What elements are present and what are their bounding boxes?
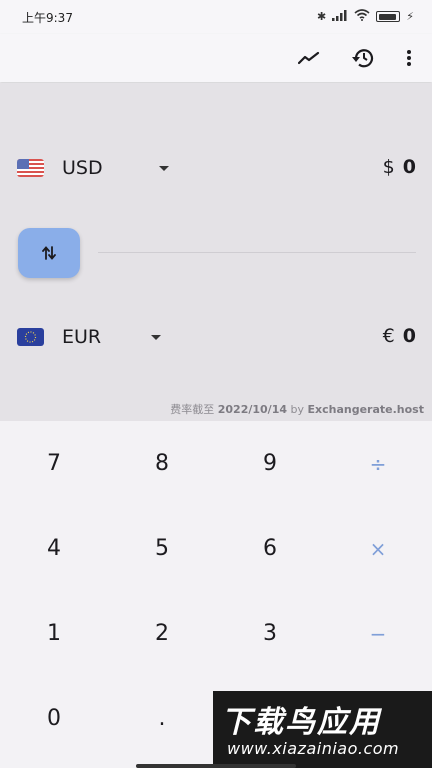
swap-vert-icon xyxy=(42,246,56,260)
trend-chart-icon[interactable] xyxy=(291,40,327,76)
signal-icon xyxy=(332,9,348,24)
to-currency-row: EUR € 0 xyxy=(0,317,432,357)
history-icon[interactable] xyxy=(345,40,381,76)
key-6[interactable]: 6 xyxy=(216,506,324,591)
from-currency-symbol: $ xyxy=(382,156,395,178)
to-amount[interactable]: € 0 xyxy=(383,325,416,347)
key-minus[interactable]: − xyxy=(324,591,432,676)
key-2[interactable]: 2 xyxy=(108,591,216,676)
status-bar: 上午9:37 ✱ ⚡ xyxy=(0,0,432,34)
from-currency-dropdown[interactable] xyxy=(155,159,173,177)
battery-icon xyxy=(376,11,401,22)
status-time: 上午9:37 xyxy=(22,11,73,25)
rate-note-by: by xyxy=(290,403,305,416)
rate-note-source[interactable]: Exchangerate.host xyxy=(308,403,425,416)
key-9[interactable]: 9 xyxy=(216,421,324,506)
to-currency-symbol: € xyxy=(382,325,395,347)
from-currency-row: USD $ 0 xyxy=(0,148,432,188)
key-5[interactable]: 5 xyxy=(108,506,216,591)
from-amount-value: 0 xyxy=(402,156,416,178)
chevron-down-icon xyxy=(151,334,161,340)
rate-note-date: 2022/10/14 xyxy=(217,403,287,416)
from-amount[interactable]: $ 0 xyxy=(383,156,416,178)
status-icons: ✱ ⚡ xyxy=(317,9,414,24)
key-0[interactable]: 0 xyxy=(0,676,108,761)
us-flag-icon xyxy=(17,159,44,177)
key-multiply[interactable]: × xyxy=(324,506,432,591)
to-currency-code[interactable]: EUR xyxy=(62,326,101,348)
watermark-logo: 下载鸟应用 www.xiazainiao.com xyxy=(213,691,432,768)
wifi-icon xyxy=(354,9,370,24)
chevron-down-icon xyxy=(159,165,169,171)
key-decimal[interactable]: . xyxy=(108,676,216,761)
key-7[interactable]: 7 xyxy=(0,421,108,506)
watermark-url-text: www.xiazainiao.com xyxy=(227,739,400,758)
key-3[interactable]: 3 xyxy=(216,591,324,676)
to-amount-value: 0 xyxy=(402,325,416,347)
eu-flag-icon xyxy=(17,328,44,346)
key-divide[interactable]: ÷ xyxy=(324,421,432,506)
rate-note-prefix: 费率截至 xyxy=(170,403,215,416)
from-currency-code[interactable]: USD xyxy=(62,157,103,179)
gesture-nav-bar[interactable] xyxy=(136,764,296,768)
swap-button[interactable] xyxy=(18,228,80,278)
key-8[interactable]: 8 xyxy=(108,421,216,506)
charging-icon: ⚡ xyxy=(406,10,414,23)
more-vert-icon[interactable] xyxy=(391,40,427,76)
watermark-main-text: 下载鸟应用 xyxy=(221,705,381,740)
app-bar xyxy=(0,34,432,82)
key-1[interactable]: 1 xyxy=(0,591,108,676)
converter-panel: USD $ 0 EUR € 0 费率截至 2022/10/14 by Excha… xyxy=(0,83,432,421)
rate-source-note: 费率截至 2022/10/14 by Exchangerate.host xyxy=(170,401,424,417)
key-4[interactable]: 4 xyxy=(0,506,108,591)
to-currency-dropdown[interactable] xyxy=(147,328,165,346)
divider xyxy=(98,252,416,253)
bluetooth-icon: ✱ xyxy=(317,10,327,23)
